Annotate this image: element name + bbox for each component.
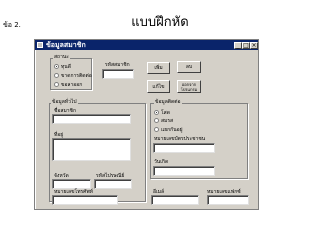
contact-field2-label: วันเกิด [154, 159, 169, 165]
maximize-button[interactable]: □ [242, 42, 250, 49]
marital-radio-separated[interactable] [154, 127, 159, 132]
marital-option-label: แยกกันอยู่ [161, 127, 183, 133]
member-id-label: รหัสสมาชิก [105, 62, 130, 68]
add-button[interactable]: เพิ่ม [147, 62, 170, 74]
delete-button[interactable]: ลบ [177, 61, 201, 73]
contact-group-label: ข้อมูลติดต่อ [154, 99, 182, 105]
status-radio-lost-contact[interactable] [54, 73, 59, 78]
page-title: แบบฝึกหัด [131, 15, 189, 30]
exit-program-button[interactable]: ออกจากโปรแกรม [177, 80, 201, 93]
marital-option-label: สมรส [161, 118, 174, 124]
marital-radio-single[interactable] [154, 110, 159, 115]
member-id-input[interactable] [102, 69, 134, 79]
contact-field1-label: หมายเลขบัตรประชาชน [154, 136, 206, 142]
fax-input[interactable] [207, 195, 249, 205]
postcode-input[interactable] [94, 179, 132, 189]
marital-option-label: โสด [161, 110, 170, 116]
marital-radio-married[interactable] [154, 118, 159, 123]
status-radio-resign[interactable] [54, 82, 59, 87]
contact-field1-input[interactable] [153, 143, 215, 153]
status-option-label: ขอลาออก [61, 82, 83, 88]
member-name-input[interactable] [52, 114, 131, 124]
status-radio-good[interactable] [54, 64, 59, 69]
email-input[interactable] [151, 195, 199, 205]
minimize-button[interactable]: _ [234, 42, 242, 49]
province-input[interactable] [52, 179, 91, 189]
contact-field2-input[interactable] [153, 166, 215, 176]
close-button[interactable]: × [250, 42, 258, 49]
address-input[interactable] [52, 138, 131, 161]
phone-input[interactable] [52, 195, 118, 205]
window-title: ข้อมูลสมาชิก [46, 41, 86, 49]
window-app-icon [37, 42, 43, 48]
general-group-label: ข้อมูลทั่วไป [51, 99, 78, 105]
status-group-label: สถานะ [53, 54, 70, 60]
edit-button[interactable]: แก้ไข [147, 80, 170, 93]
status-option-label: ทุนดี [61, 64, 71, 70]
item-number: ข้อ 2. [3, 21, 21, 29]
status-option-label: ขาดการติดต่อ [61, 73, 92, 79]
